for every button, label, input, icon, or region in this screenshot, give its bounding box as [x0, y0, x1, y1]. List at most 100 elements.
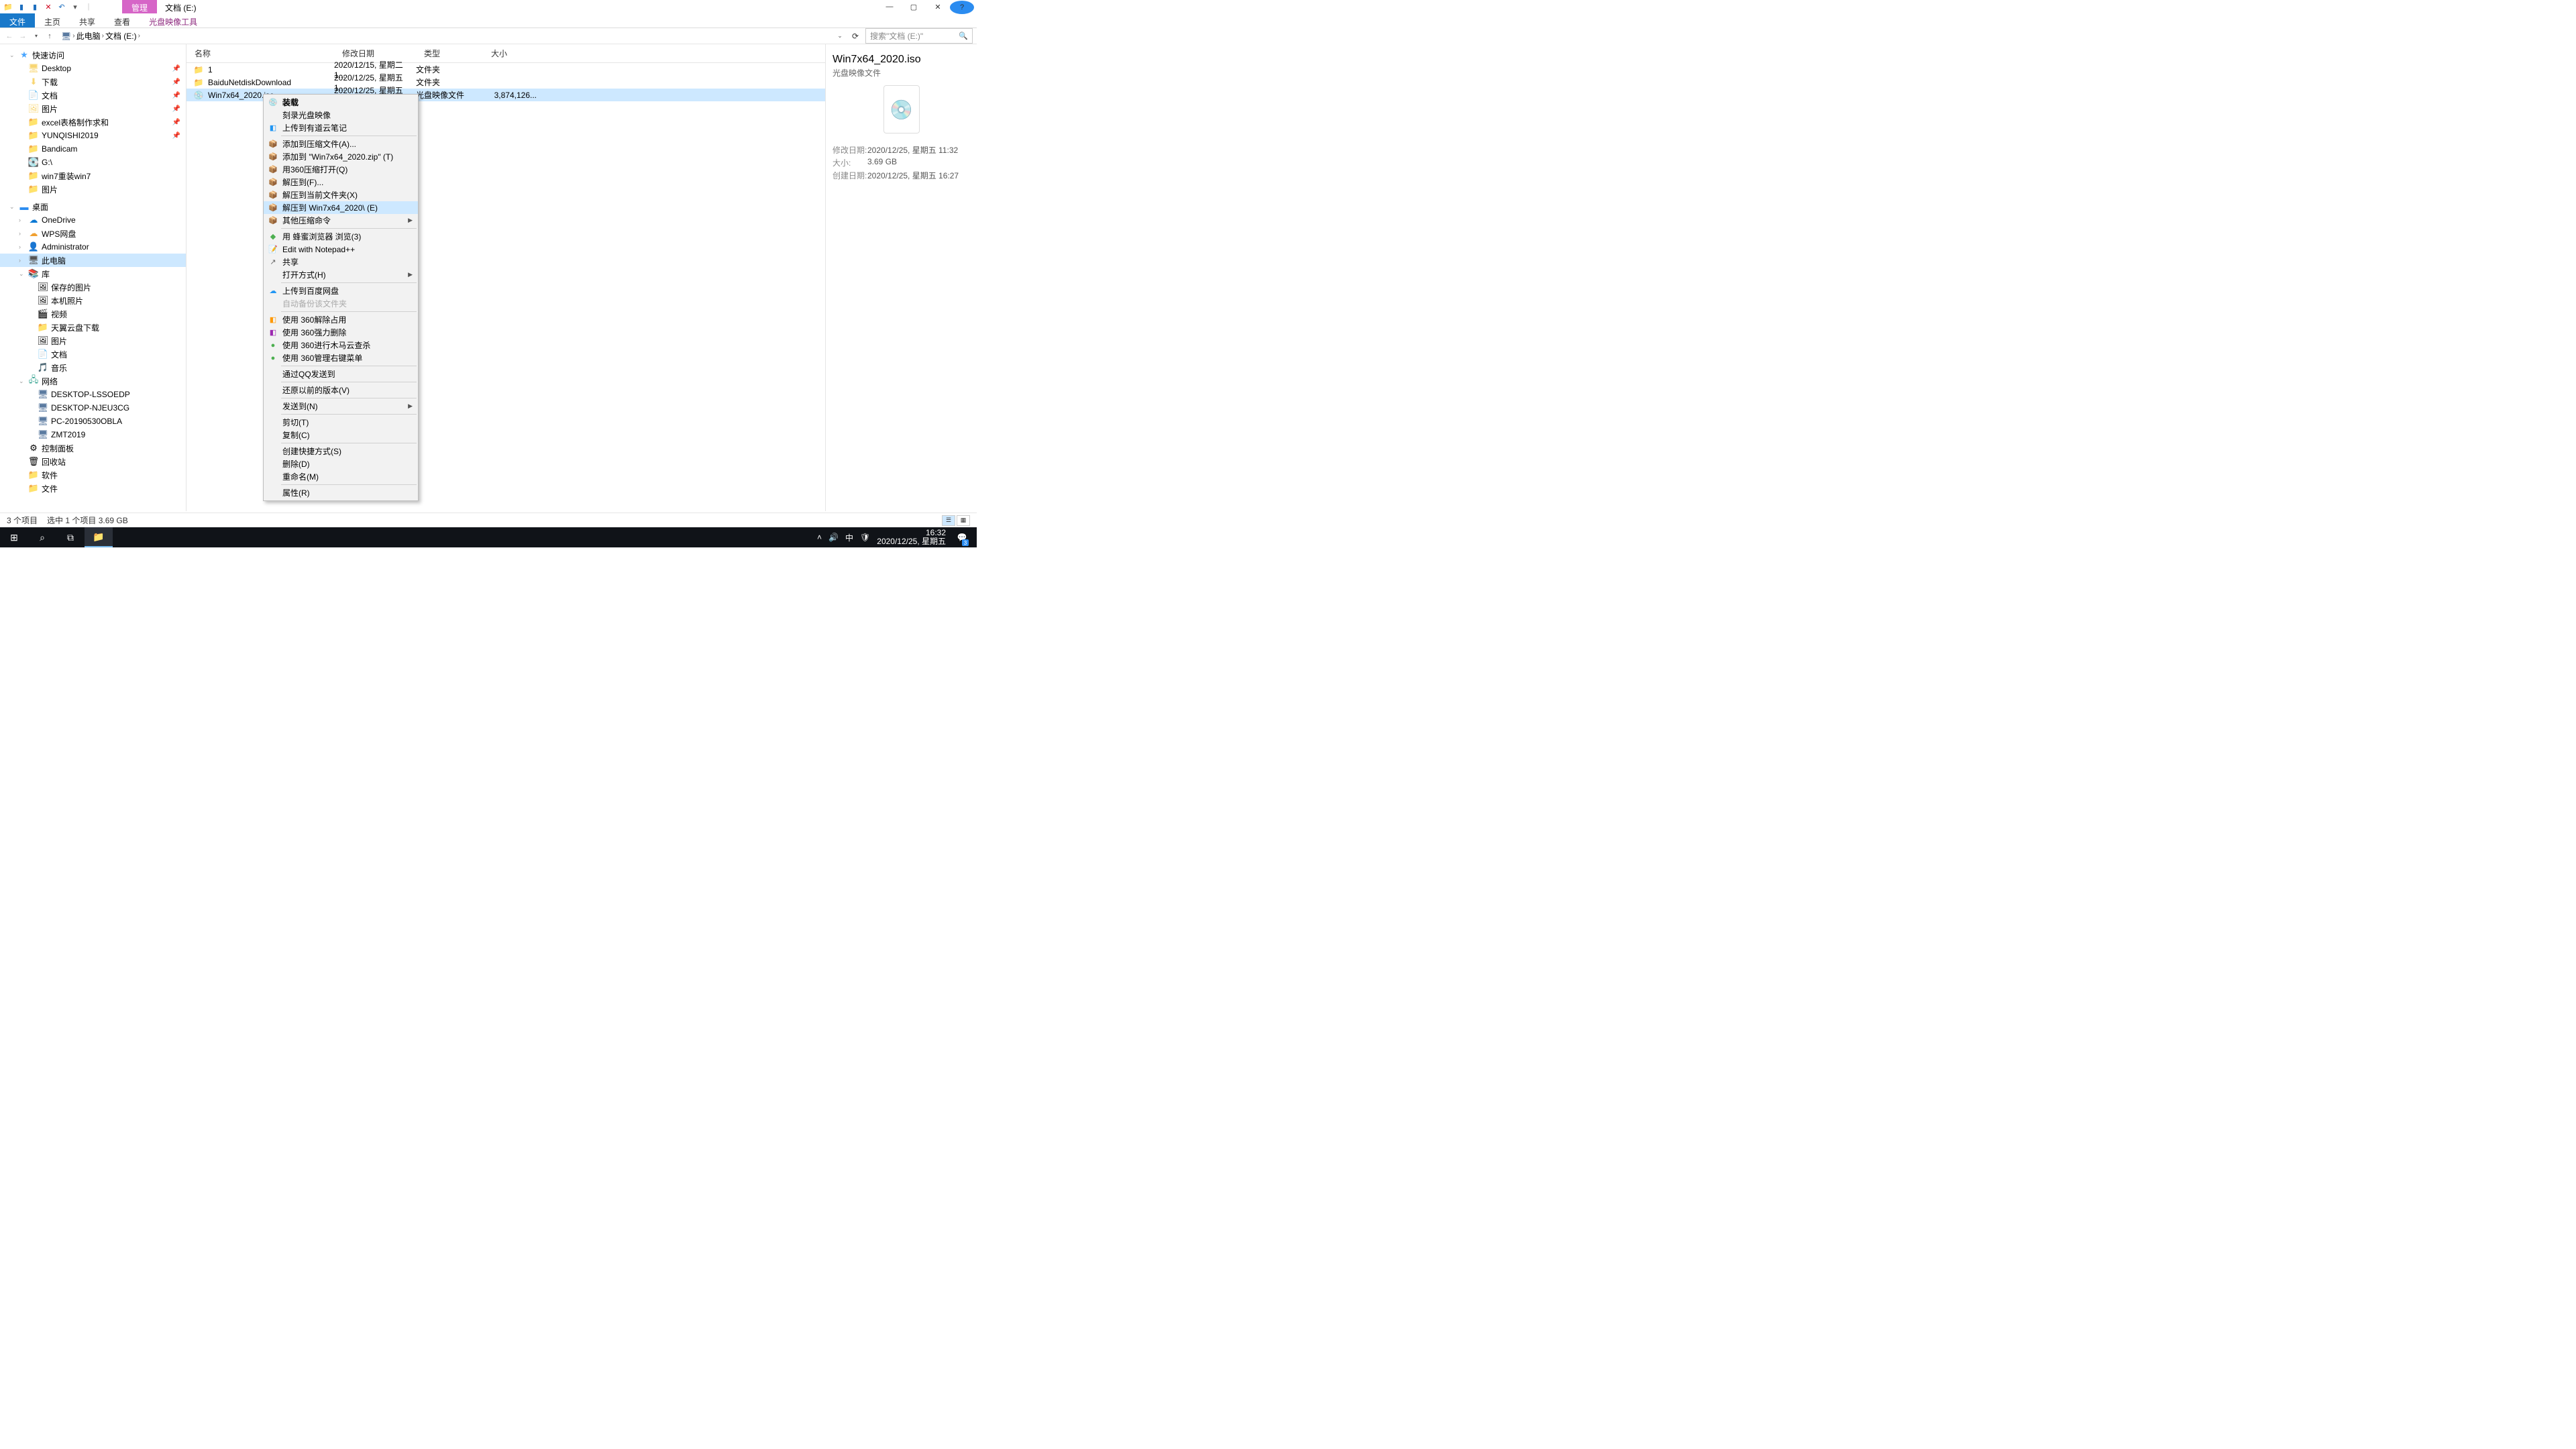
explorer-taskbar-button[interactable]: 📁 — [85, 527, 113, 547]
tree-item[interactable]: ⚙控制面板 — [0, 441, 186, 455]
column-name[interactable]: 名称 — [186, 48, 334, 59]
contextual-tab[interactable]: 管理 — [122, 0, 157, 13]
tree-item[interactable]: 🎬视频 — [0, 307, 186, 321]
view-details-button[interactable]: ☰ — [942, 515, 955, 526]
menu-item[interactable]: 📦用360压缩打开(Q) — [264, 163, 418, 176]
column-type[interactable]: 类型 — [416, 48, 483, 59]
maximize-button[interactable]: ▢ — [902, 0, 926, 13]
menu-item[interactable]: 📦解压到 Win7x64_2020\ (E) — [264, 201, 418, 214]
tree-item[interactable]: 📁Bandicam — [0, 142, 186, 156]
tree-item[interactable]: 📁天翼云盘下载 — [0, 321, 186, 334]
column-date[interactable]: 修改日期 — [334, 48, 416, 59]
menu-item[interactable]: 📦添加到压缩文件(A)... — [264, 138, 418, 150]
tree-item[interactable]: 🖥DESKTOP-NJEU3CG — [0, 401, 186, 415]
menu-item[interactable]: 发送到(N)▶ — [264, 400, 418, 413]
file-row[interactable]: 📁BaiduNetdiskDownload2020/12/25, 星期五 1..… — [186, 76, 825, 89]
qat-undo[interactable]: ↶ — [56, 1, 67, 12]
menu-item[interactable]: 📝Edit with Notepad++ — [264, 243, 418, 256]
tree-item[interactable]: ›☁WPS网盘 — [0, 227, 186, 240]
tree-item[interactable]: 📁软件 — [0, 468, 186, 482]
menu-item[interactable]: 打开方式(H)▶ — [264, 268, 418, 281]
tree-item[interactable]: 📁文件 — [0, 482, 186, 495]
menu-item[interactable]: 创建快捷方式(S) — [264, 445, 418, 458]
menu-item[interactable]: 📦添加到 "Win7x64_2020.zip" (T) — [264, 150, 418, 163]
chevron-down-icon[interactable]: ⌄ — [9, 203, 16, 211]
menu-item[interactable]: ↗共享 — [264, 256, 418, 268]
menu-item[interactable]: 📦解压到当前文件夹(X) — [264, 189, 418, 201]
tree-item[interactable]: ›🖥此电脑 — [0, 254, 186, 267]
tree-item[interactable]: 🖥ZMT2019 — [0, 428, 186, 441]
tree-item[interactable]: 📁YUNQISHI2019📌 — [0, 129, 186, 142]
minimize-button[interactable]: ― — [877, 0, 902, 13]
clock[interactable]: 16:32 2020/12/25, 星期五 — [877, 529, 946, 546]
menu-item[interactable]: 复制(C) — [264, 429, 418, 441]
menu-item[interactable]: 📦其他压缩命令▶ — [264, 214, 418, 227]
ribbon-tab-disc-tools[interactable]: 光盘映像工具 — [140, 13, 207, 28]
tree-desktop[interactable]: ⌄ ▬ 桌面 — [0, 200, 186, 213]
chevron-icon[interactable]: ⌄ — [19, 270, 25, 278]
tree-item[interactable]: 🖼保存的图片 — [0, 280, 186, 294]
nav-forward[interactable]: → — [17, 31, 28, 42]
file-row[interactable]: 📁12020/12/15, 星期二 1...文件夹 — [186, 63, 825, 76]
tray-ime[interactable]: 中 — [845, 532, 853, 543]
task-view-button[interactable]: ⧉ — [56, 527, 85, 547]
tree-item[interactable]: 💽G:\ — [0, 156, 186, 169]
tree-item[interactable]: ⌄📚库 — [0, 267, 186, 280]
menu-item[interactable]: 还原以前的版本(V) — [264, 384, 418, 396]
ribbon-tab-file[interactable]: 文件 — [0, 13, 35, 28]
tree-network[interactable]: ⌄ 🖧 网络 — [0, 374, 186, 388]
help-button[interactable]: ? — [950, 1, 974, 14]
refresh-button[interactable]: ⟳ — [848, 32, 863, 41]
chevron-down-icon[interactable]: ⌄ — [19, 378, 25, 385]
menu-item[interactable]: 属性(R) — [264, 486, 418, 499]
nav-back[interactable]: ← — [4, 31, 15, 42]
tree-item[interactable]: 🖥DESKTOP-LSSOEDP — [0, 388, 186, 401]
tree-item[interactable]: 🖼图片 — [0, 334, 186, 347]
tree-item[interactable]: 🖼本机照片 — [0, 294, 186, 307]
qat-item[interactable]: ▮ — [16, 1, 27, 12]
tree-item[interactable]: 🖼图片📌 — [0, 102, 186, 115]
close-button[interactable]: ✕ — [926, 0, 950, 13]
menu-item[interactable]: ◆用 蜂蜜浏览器 浏览(3) — [264, 230, 418, 243]
breadcrumb[interactable]: 🖥 › 此电脑 › 文档 (E:) › — [58, 28, 282, 44]
menu-item[interactable]: 通过QQ发送到 — [264, 368, 418, 380]
tray-chevron-icon[interactable]: ˄ — [817, 533, 822, 542]
chevron-icon[interactable]: › — [19, 244, 25, 250]
tree-item[interactable]: ⬇下载📌 — [0, 75, 186, 89]
chevron-right-icon[interactable]: › — [72, 32, 74, 40]
search-button[interactable]: ⌕ — [28, 527, 56, 547]
tree-quick-access[interactable]: ⌄ ★ 快速访问 — [0, 48, 186, 62]
chevron-icon[interactable]: › — [19, 257, 25, 264]
tree-item[interactable]: 📄文档📌 — [0, 89, 186, 102]
tree-item[interactable]: 🖥Desktop📌 — [0, 62, 186, 75]
chevron-down-icon[interactable]: ⌄ — [9, 52, 16, 59]
ribbon-tab-home[interactable]: 主页 — [35, 13, 70, 28]
menu-item[interactable]: ●使用 360管理右键菜单 — [264, 352, 418, 364]
tree-item[interactable]: 🖥PC-20190530OBLA — [0, 415, 186, 428]
tree-item[interactable]: 🗑回收站 — [0, 455, 186, 468]
menu-item[interactable]: ◧使用 360解除占用 — [264, 313, 418, 326]
column-size[interactable]: 大小 — [483, 48, 537, 59]
menu-item[interactable]: 💿装载 — [264, 96, 418, 109]
chevron-right-icon[interactable]: › — [102, 32, 104, 40]
tree-item[interactable]: ›👤Administrator — [0, 240, 186, 254]
tree-item[interactable]: 📁win7重装win7 — [0, 169, 186, 182]
addr-dropdown[interactable]: ⌄ — [835, 31, 845, 42]
qat-dropdown[interactable]: ▾ — [70, 1, 80, 12]
nav-history[interactable]: ▾ — [31, 31, 42, 42]
start-button[interactable]: ⊞ — [0, 527, 28, 547]
tree-item[interactable]: ›☁OneDrive — [0, 213, 186, 227]
menu-item[interactable]: 重命名(M) — [264, 470, 418, 483]
nav-up[interactable]: ↑ — [44, 31, 55, 42]
search-input[interactable]: 搜索"文档 (E:)" 🔍 — [865, 28, 973, 44]
tree-item[interactable]: 🎵音乐 — [0, 361, 186, 374]
breadcrumb-item[interactable]: 文档 (E:) — [105, 30, 137, 42]
menu-item[interactable]: ●使用 360进行木马云查杀 — [264, 339, 418, 352]
tree-item[interactable]: 📄文档 — [0, 347, 186, 361]
tray-volume-icon[interactable]: 🔊 — [828, 533, 839, 542]
tree-item[interactable]: 📁excel表格制作求和📌 — [0, 115, 186, 129]
ribbon-tab-share[interactable]: 共享 — [70, 13, 105, 28]
menu-item[interactable]: 刻录光盘映像 — [264, 109, 418, 121]
menu-item[interactable]: 删除(D) — [264, 458, 418, 470]
chevron-icon[interactable]: › — [19, 217, 25, 223]
